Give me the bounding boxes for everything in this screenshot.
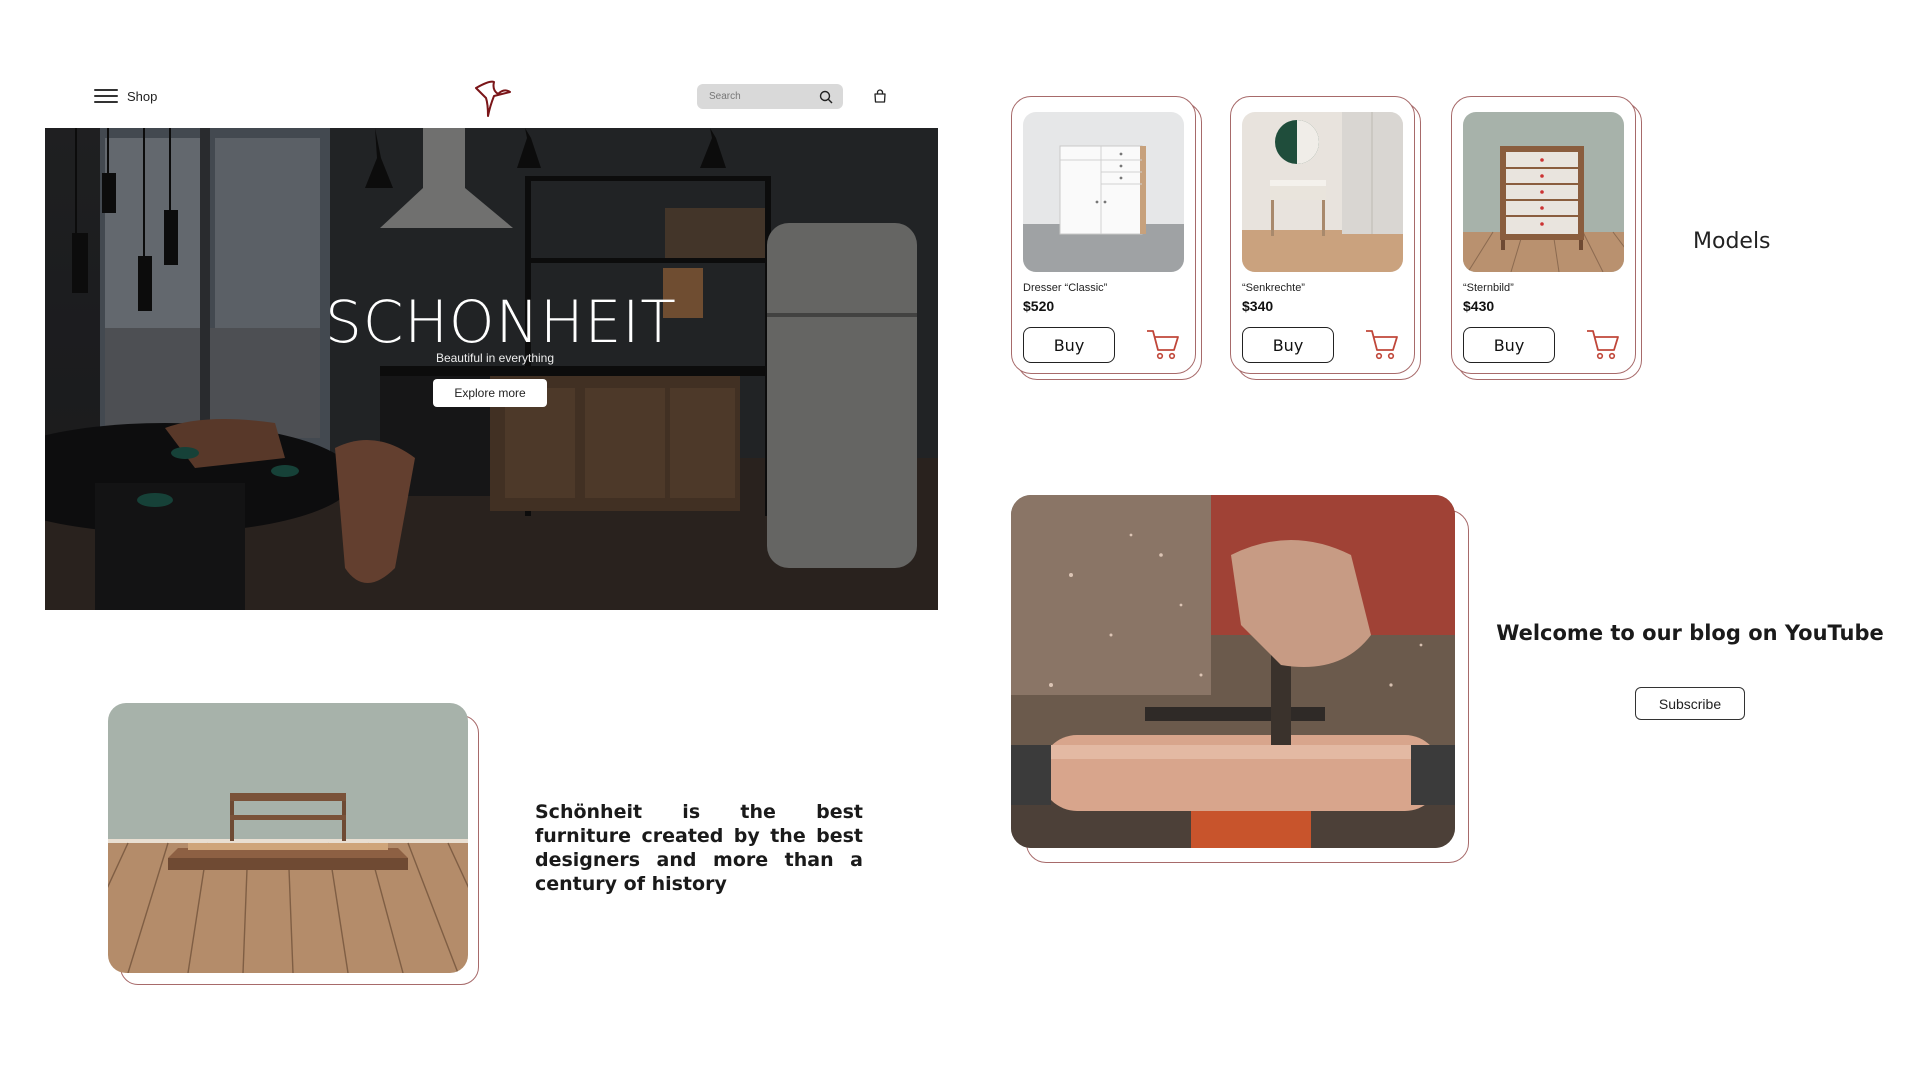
bed-photo [108, 703, 468, 973]
buy-button[interactable]: Buy [1463, 327, 1555, 363]
search-input[interactable] [709, 87, 809, 106]
cart-icon[interactable] [1586, 328, 1620, 360]
hamburger-icon [94, 88, 118, 104]
search-icon[interactable] [819, 90, 833, 104]
product-photo [1242, 112, 1403, 272]
cart-icon[interactable] [1146, 328, 1180, 360]
subscribe-button[interactable]: Subscribe [1635, 687, 1745, 720]
product-name: “Senkrechte” [1242, 282, 1305, 294]
explore-more-button[interactable]: Explore more [433, 379, 547, 407]
product-photo [1463, 112, 1624, 272]
models-heading: Models [1693, 229, 1771, 254]
product-card: “Sternbild” $430 Buy [1451, 96, 1642, 380]
product-name: “Sternbild” [1463, 282, 1514, 294]
product-card: Dresser “Classic” $520 Buy [1011, 96, 1202, 380]
shop-label: Shop [127, 88, 158, 104]
blog-video-card[interactable] [1011, 495, 1455, 848]
menu-button[interactable]: Shop [94, 88, 157, 104]
cart-icon[interactable] [1365, 328, 1399, 360]
hero-brand-title: SCHONHEIT [325, 288, 677, 356]
hero-tagline: Beautiful in everything [435, 351, 555, 365]
site-header: Shop [0, 0, 940, 128]
product-price: $340 [1242, 298, 1274, 314]
product-name: Dresser “Classic” [1023, 282, 1108, 294]
hero-banner: SCHONHEIT Beautiful in everything Explor… [45, 128, 938, 610]
blog-title: Welcome to our blog on YouTube [1496, 621, 1884, 645]
product-card: “Senkrechte” $340 Buy [1230, 96, 1421, 380]
buy-button[interactable]: Buy [1242, 327, 1334, 363]
bed-card [108, 703, 468, 973]
product-price: $520 [1023, 298, 1055, 314]
about-text: Schönheit is the best furniture created … [535, 801, 863, 895]
buy-button[interactable]: Buy [1023, 327, 1115, 363]
woodturning-photo [1011, 495, 1455, 848]
product-price: $430 [1463, 298, 1495, 314]
shopping-bag-icon[interactable] [872, 88, 888, 104]
logo-icon[interactable] [470, 76, 514, 118]
search-bar[interactable] [697, 84, 843, 109]
product-photo [1023, 112, 1184, 272]
hero-overlay [45, 128, 938, 610]
